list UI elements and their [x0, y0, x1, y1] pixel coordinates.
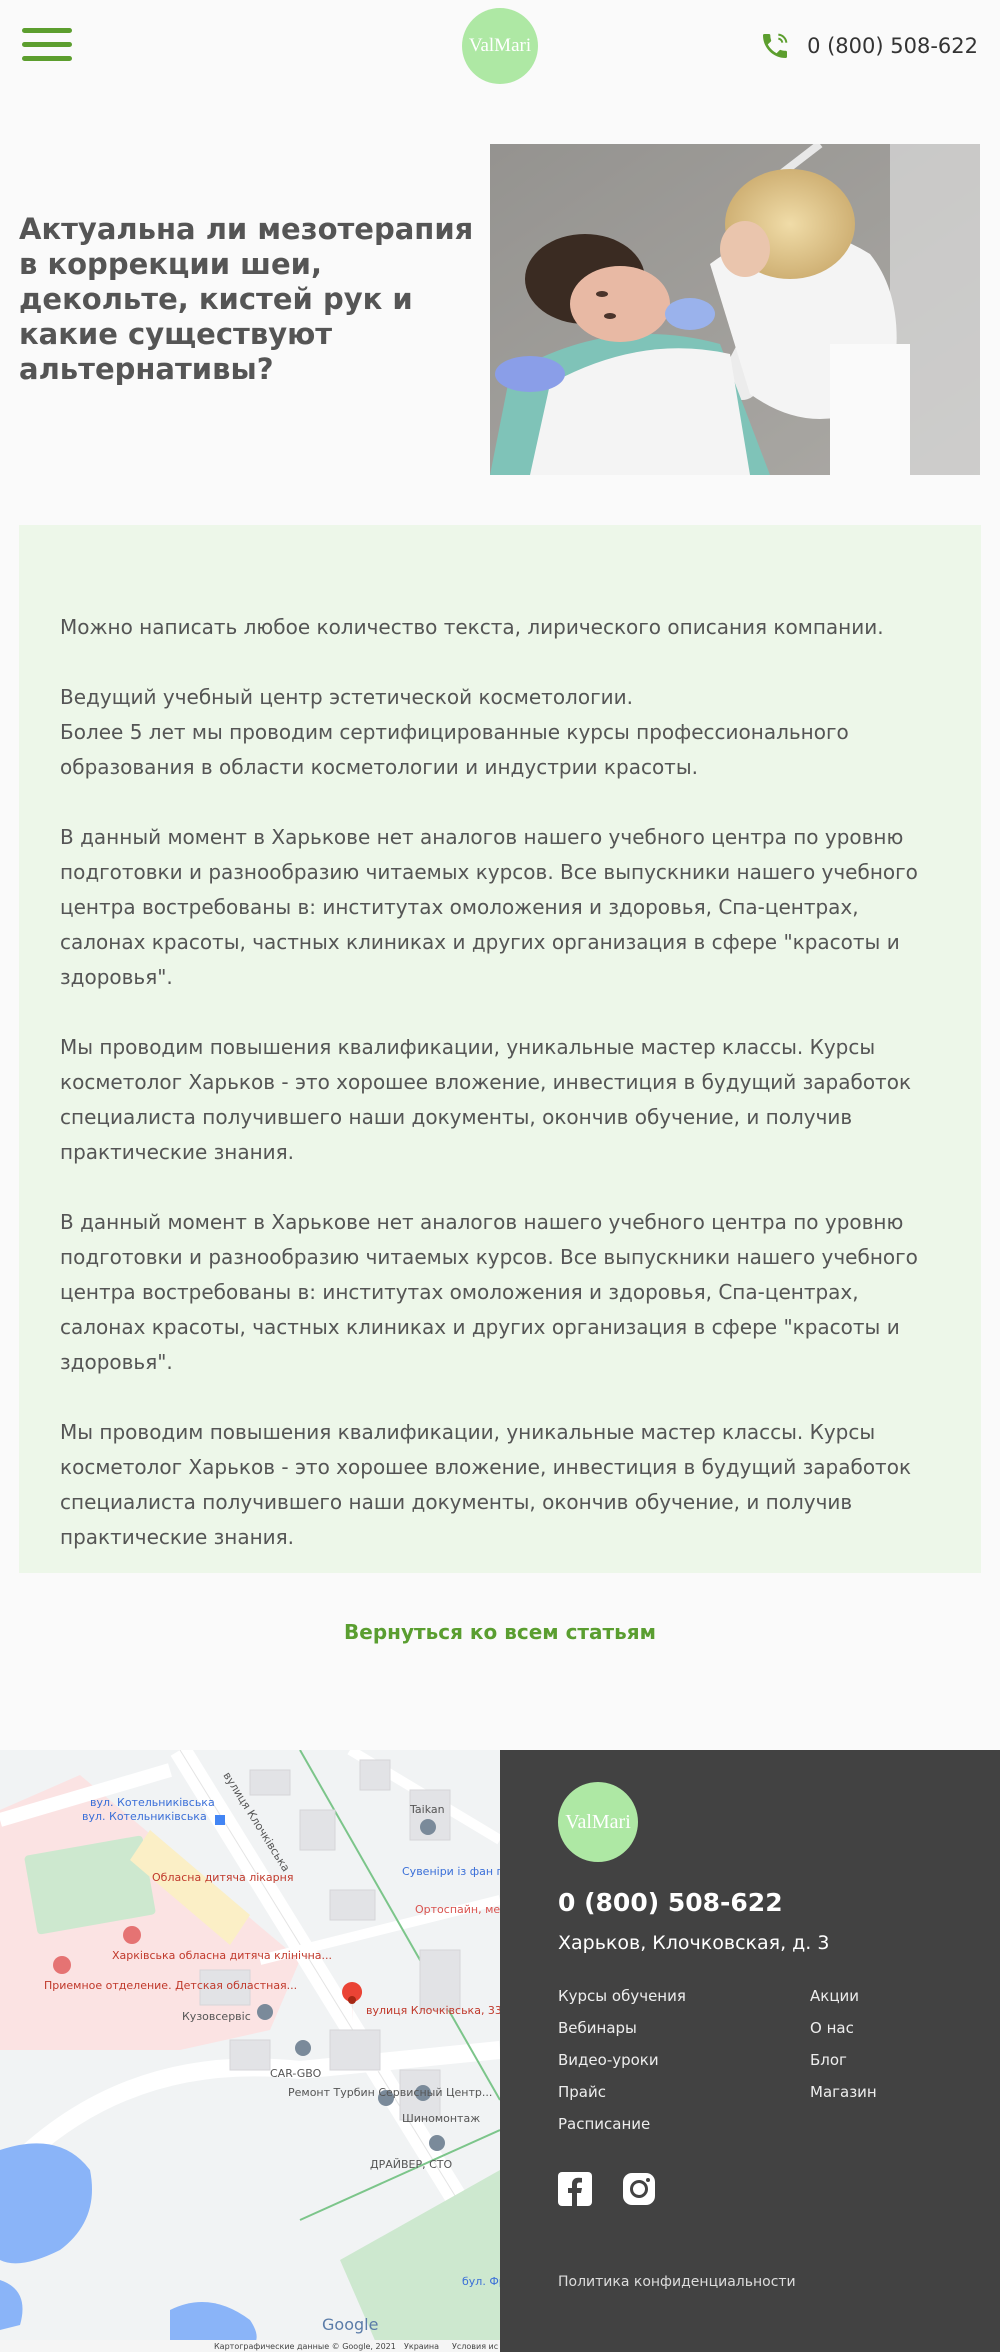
svg-text:Шиномонтаж: Шиномонтаж	[402, 2112, 480, 2125]
header-phone-link[interactable]: 0 (800) 508-622	[759, 30, 978, 62]
article-paragraph: Мы проводим повышения квалификации, уник…	[60, 1035, 912, 1164]
svg-text:Кузовсервіс: Кузовсервіс	[182, 2010, 251, 2023]
svg-text:Google: Google	[322, 2315, 378, 2334]
footer-logo[interactable]: ValMari	[558, 1782, 638, 1862]
svg-text:Сувеніри із фан пластику Wood: Сувеніри із фан пластику Wood	[402, 1865, 500, 1878]
article-hero-image	[490, 144, 980, 475]
svg-text:Обласна дитяча лікарня: Обласна дитяча лікарня	[152, 1871, 293, 1884]
svg-text:Харківська обласна дитяча клін: Харківська обласна дитяча клінічна...	[112, 1949, 332, 1962]
footer-link-webinars[interactable]: Вебинары	[558, 2014, 686, 2046]
svg-text:Картографические данные © Goog: Картографические данные © Google, 2021	[214, 2342, 396, 2351]
site-footer: ValMari 0 (800) 508-622 Харьков, Клочков…	[500, 1750, 1000, 2352]
svg-text:вулиця Клочківська, 337, Харкі: вулиця Клочківська, 337, Харків...	[366, 2004, 500, 2017]
article-title: Актуальна ли мезотерапия в коррекции шеи…	[19, 212, 474, 386]
footer-link-blog[interactable]: Блог	[810, 2046, 877, 2078]
site-header: ValMari 0 (800) 508-622	[0, 0, 1000, 96]
article-paragraph: В данный момент в Харькове нет аналогов …	[60, 825, 918, 989]
svg-text:Ремонт Турбин Сервисный Центр.: Ремонт Турбин Сервисный Центр...	[288, 2086, 492, 2099]
logo-text: ValMari	[468, 35, 532, 56]
svg-text:Условия ис: Условия ис	[452, 2342, 498, 2351]
footer-nav-right: Акции О нас Блог Магазин	[810, 1982, 877, 2110]
footer-nav-left: Курсы обучения Вебинары Видео-уроки Прай…	[558, 1982, 686, 2142]
footer-link-promotions[interactable]: Акции	[810, 1982, 877, 2014]
footer-link-about[interactable]: О нас	[810, 2014, 877, 2046]
header-phone-number: 0 (800) 508-622	[807, 34, 978, 58]
cosmetology-procedure-photo	[490, 144, 980, 475]
footer-logo-text: ValMari	[565, 1810, 631, 1833]
article-paragraph: Можно написать любое количество текста, …	[60, 615, 884, 639]
svg-text:вул. Котельниківська: вул. Котельниківська	[82, 1810, 207, 1823]
footer-phone[interactable]: 0 (800) 508-622	[558, 1888, 783, 1917]
svg-text:ДРАЙВЕР, СТО: ДРАЙВЕР, СТО	[370, 2158, 453, 2171]
article-paragraph: Мы проводим повышения квалификации, уник…	[60, 1420, 912, 1549]
footer-link-shop[interactable]: Магазин	[810, 2078, 877, 2110]
back-to-articles-link[interactable]: Вернуться ко всем статьям	[0, 1620, 1000, 1644]
svg-text:Украина: Украина	[404, 2342, 439, 2351]
footer-link-schedule[interactable]: Расписание	[558, 2110, 686, 2142]
footer-address: Харьков, Клочковская, д. 3	[558, 1932, 830, 1954]
location-map[interactable]: вул. Котельниківська вул. Котельниківськ…	[0, 1750, 500, 2352]
svg-text:Приемное отделение. Детская об: Приемное отделение. Детская областная...	[44, 1979, 297, 1992]
footer-link-video[interactable]: Видео-уроки	[558, 2046, 686, 2078]
privacy-policy-link[interactable]: Политика конфиденциальности	[558, 2274, 796, 2290]
facebook-icon[interactable]	[558, 2172, 592, 2206]
svg-text:вул. Котельниківська: вул. Котельниківська	[90, 1796, 215, 1809]
phone-icon	[763, 33, 788, 58]
article-body: Можно написать любое количество текста, …	[19, 525, 981, 1573]
footer-link-courses[interactable]: Курсы обучения	[558, 1982, 686, 2014]
svg-text:бул. Фр бул.: бул. Фр бул.	[462, 2275, 500, 2288]
menu-burger-icon[interactable]	[22, 28, 72, 62]
instagram-icon[interactable]	[622, 2172, 656, 2206]
svg-text:Ортоспайн, ме: Ортоспайн, ме	[415, 1903, 500, 1916]
svg-text:CAR-GBO: CAR-GBO	[270, 2067, 322, 2080]
footer-link-price[interactable]: Прайс	[558, 2078, 686, 2110]
site-logo[interactable]: ValMari	[462, 8, 538, 84]
article-paragraph: В данный момент в Харькове нет аналогов …	[60, 1210, 918, 1374]
article-paragraph: Ведущий учебный центр эстетической косме…	[60, 685, 849, 779]
svg-text:Taikan: Taikan	[409, 1803, 445, 1816]
